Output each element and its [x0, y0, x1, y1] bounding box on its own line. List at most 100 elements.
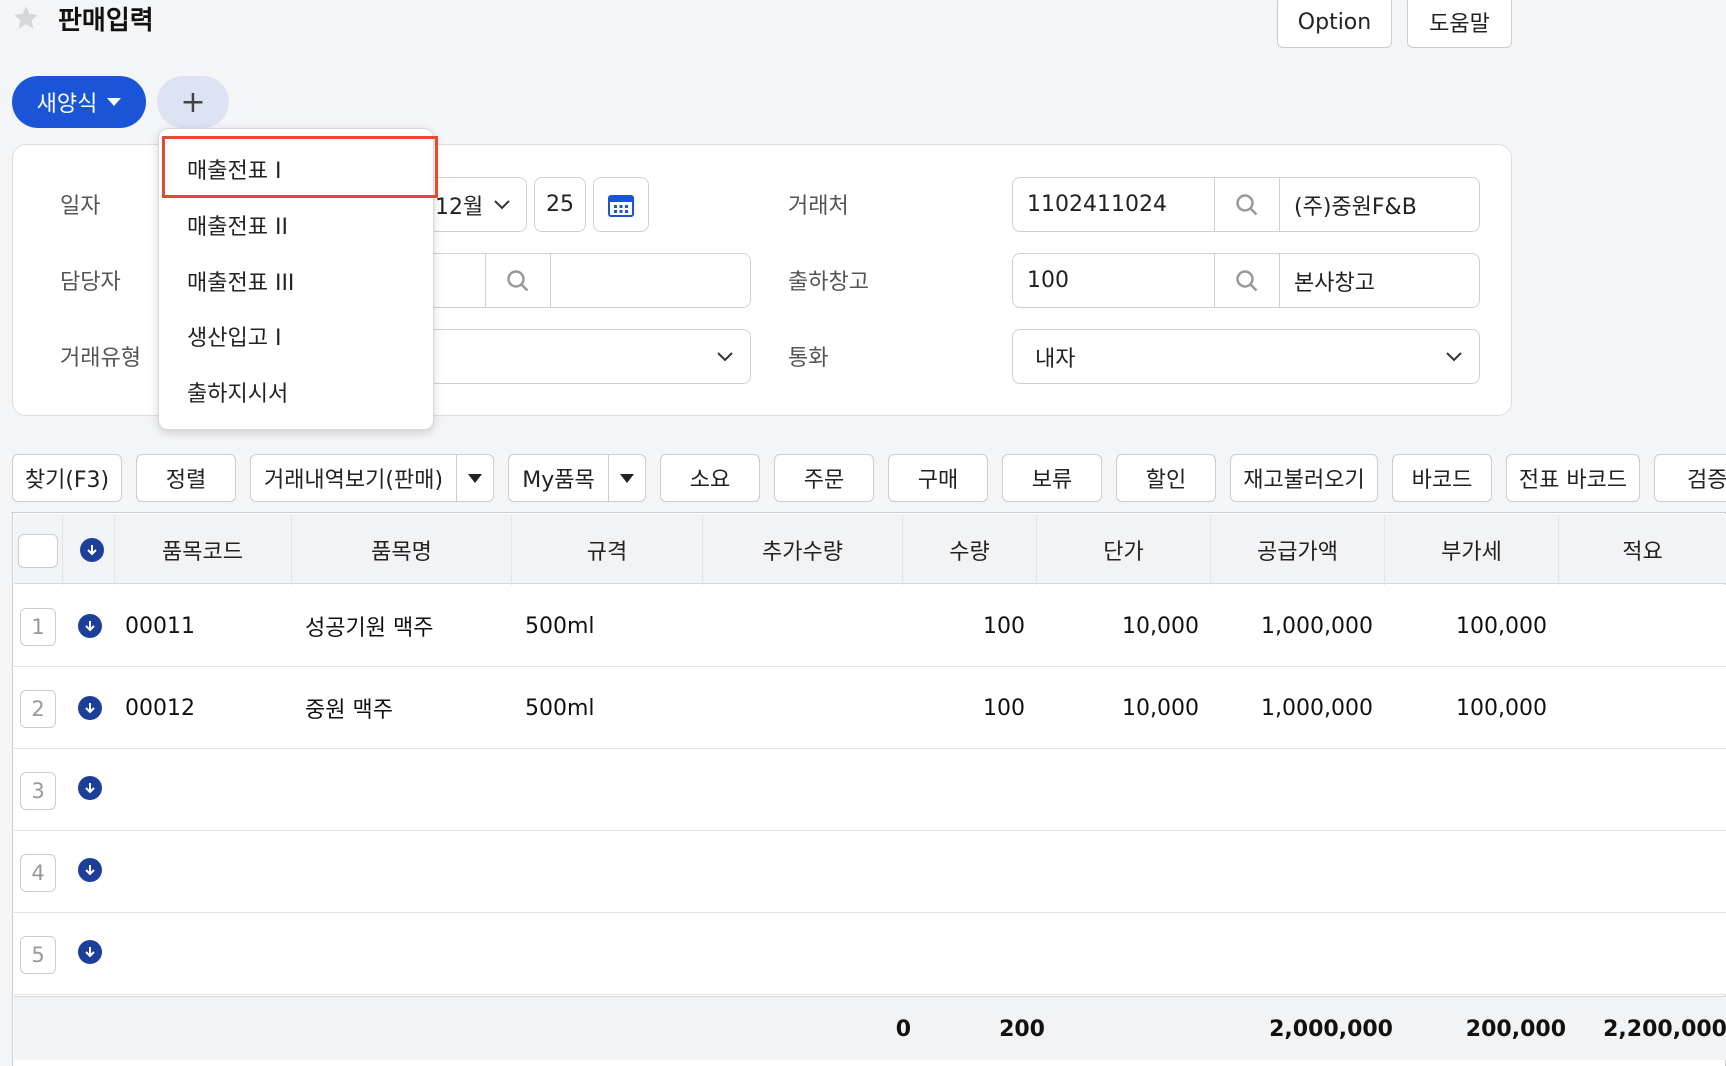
- favorite-star-icon[interactable]: [12, 4, 40, 32]
- client-name-value: (주)중원F&B: [1294, 194, 1417, 220]
- cell-supply[interactable]: 1,000,000: [1211, 667, 1385, 749]
- chevron-down-icon: [1446, 351, 1462, 361]
- total-extra-qty: 0: [895, 1016, 911, 1042]
- client-label: 거래처: [788, 194, 849, 219]
- purchase-button[interactable]: 구매: [888, 454, 988, 502]
- cell-qty[interactable]: 100: [903, 667, 1037, 749]
- chevron-down-icon: [494, 199, 510, 209]
- cell-supply[interactable]: 1,000,000: [1211, 585, 1385, 667]
- column-header-price[interactable]: 단가: [1037, 515, 1211, 585]
- chevron-down-icon: [717, 351, 733, 361]
- trade-type-select[interactable]: [380, 329, 751, 384]
- row-download-icon[interactable]: [78, 940, 102, 964]
- column-header-memo[interactable]: 적요: [1559, 515, 1726, 585]
- sort-button[interactable]: 정렬: [136, 454, 236, 502]
- add-tab-button[interactable]: +: [157, 76, 229, 128]
- option-button[interactable]: Option: [1277, 0, 1392, 48]
- dropdown-item[interactable]: 생산입고 I: [187, 320, 281, 352]
- cell-memo[interactable]: [1559, 667, 1726, 749]
- my-items-split-button[interactable]: My품목: [508, 454, 646, 502]
- warehouse-code-field[interactable]: 100: [1012, 253, 1215, 308]
- warehouse-name-field[interactable]: 본사창고: [1279, 253, 1480, 308]
- warehouse-label: 출하창고: [788, 270, 869, 295]
- my-items-dropdown-icon[interactable]: [609, 455, 645, 501]
- client-search-button[interactable]: [1214, 177, 1280, 232]
- discount-button[interactable]: 할인: [1116, 454, 1216, 502]
- cell-spec[interactable]: 500ml: [525, 667, 595, 749]
- warehouse-code-value: 100: [1027, 268, 1069, 293]
- page-title: 판매입력: [58, 6, 154, 36]
- table-row[interactable]: 2 00012 중원 맥주 500ml 100 10,000 1,000,000…: [14, 667, 1726, 749]
- column-header-supply[interactable]: 공급가액: [1211, 515, 1385, 585]
- history-dropdown-icon[interactable]: [457, 455, 493, 501]
- calendar-button[interactable]: [593, 177, 649, 232]
- trade-type-label: 거래유형: [60, 346, 141, 371]
- order-button[interactable]: 주문: [774, 454, 874, 502]
- cell-code[interactable]: 00011: [125, 585, 195, 667]
- dropdown-item[interactable]: 매출전표 III: [187, 265, 294, 297]
- currency-select[interactable]: 내자: [1012, 329, 1480, 384]
- row-number: 2: [20, 690, 56, 728]
- help-button[interactable]: 도움말: [1407, 0, 1512, 48]
- consume-button[interactable]: 소요: [660, 454, 760, 502]
- row-number: 5: [20, 936, 56, 974]
- cell-memo[interactable]: [1559, 585, 1726, 667]
- cell-name[interactable]: 중원 맥주: [305, 667, 393, 749]
- load-stock-button[interactable]: 재고불러오기: [1230, 454, 1378, 502]
- date-label: 일자: [60, 194, 101, 219]
- dropdown-item[interactable]: 매출전표 II: [187, 209, 288, 241]
- cell-qty[interactable]: 100: [903, 585, 1037, 667]
- date-day-field[interactable]: 25: [534, 177, 586, 232]
- download-all-icon[interactable]: [80, 538, 104, 562]
- verify-button[interactable]: 검증: [1654, 454, 1726, 502]
- table-row[interactable]: 5: [14, 913, 1726, 995]
- cell-vat[interactable]: 100,000: [1385, 585, 1559, 667]
- cell-price[interactable]: 10,000: [1037, 667, 1211, 749]
- column-header-code[interactable]: 품목코드: [114, 515, 292, 585]
- cell-extra-qty[interactable]: [703, 585, 903, 667]
- cell-name[interactable]: 성공기원 맥주: [305, 585, 433, 667]
- cell-spec[interactable]: 500ml: [525, 585, 595, 667]
- cell-vat[interactable]: 100,000: [1385, 667, 1559, 749]
- dropdown-item[interactable]: 매출전표 I: [187, 153, 281, 185]
- row-download-icon[interactable]: [78, 858, 102, 882]
- currency-value: 내자: [1035, 346, 1076, 372]
- cell-code[interactable]: 00012: [125, 667, 195, 749]
- row-number: 1: [20, 608, 56, 646]
- slip-barcode-button[interactable]: 전표 바코드: [1506, 454, 1640, 502]
- date-month-value: 12월: [435, 194, 484, 220]
- manager-name-field[interactable]: [550, 253, 751, 308]
- cell-extra-qty[interactable]: [703, 667, 903, 749]
- warehouse-search-button[interactable]: [1214, 253, 1280, 308]
- select-all-checkbox[interactable]: [18, 534, 58, 568]
- dropdown-item[interactable]: 출하지시서: [187, 376, 288, 408]
- total-vat: 200,000: [1465, 1016, 1566, 1042]
- hold-button[interactable]: 보류: [1002, 454, 1102, 502]
- row-download-icon[interactable]: [78, 696, 102, 720]
- row-download-icon[interactable]: [78, 614, 102, 638]
- table-row[interactable]: 3: [14, 749, 1726, 831]
- table-row[interactable]: 1 00011 성공기원 맥주 500ml 100 10,000 1,000,0…: [14, 585, 1726, 667]
- column-header-vat[interactable]: 부가세: [1385, 515, 1559, 585]
- column-header-spec[interactable]: 규격: [512, 515, 703, 585]
- client-code-field[interactable]: 1102411024: [1012, 177, 1215, 232]
- find-button[interactable]: 찾기(F3): [12, 454, 122, 502]
- column-header-extra-qty[interactable]: 추가수량: [703, 515, 903, 585]
- client-name-field[interactable]: (주)중원F&B: [1279, 177, 1480, 232]
- row-number: 4: [20, 854, 56, 892]
- cell-price[interactable]: 10,000: [1037, 585, 1211, 667]
- row-download-icon[interactable]: [78, 776, 102, 800]
- manager-search-button[interactable]: [485, 253, 551, 308]
- my-items-button[interactable]: My품목: [509, 455, 609, 501]
- column-header-name[interactable]: 품목명: [292, 515, 512, 585]
- manager-label: 담당자: [60, 270, 121, 295]
- barcode-button[interactable]: 바코드: [1392, 454, 1492, 502]
- new-form-tab[interactable]: 새양식: [12, 76, 146, 128]
- column-header-qty[interactable]: 수량: [903, 515, 1037, 585]
- row-number: 3: [20, 772, 56, 810]
- caret-down-icon: [107, 98, 122, 106]
- table-row[interactable]: 4: [14, 831, 1726, 913]
- history-button[interactable]: 거래내역보기(판매): [251, 455, 457, 501]
- new-form-tab-label: 새양식: [36, 92, 98, 117]
- history-split-button[interactable]: 거래내역보기(판매): [250, 454, 494, 502]
